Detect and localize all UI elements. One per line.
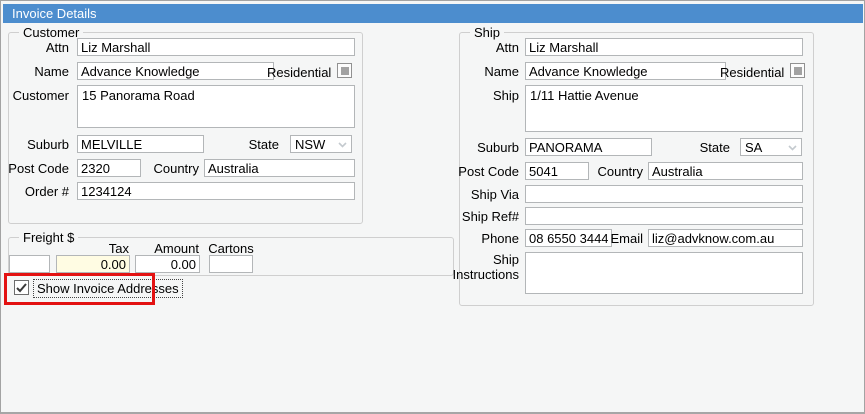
ship-via-label: Ship Via — [470, 187, 519, 202]
ship-postcode-input[interactable] — [525, 162, 589, 180]
customer-country-label: Country — [153, 161, 199, 176]
ship-phone-label: Phone — [481, 231, 519, 246]
freight-cartons-header: Cartons — [208, 241, 254, 256]
customer-attn-input[interactable] — [77, 38, 355, 56]
ship-group-label: Ship — [470, 25, 505, 40]
customer-order-input[interactable] — [77, 182, 355, 200]
ship-via-input[interactable] — [525, 185, 803, 203]
customer-residential-checkbox[interactable] — [337, 63, 352, 78]
ship-name-input[interactable] — [525, 62, 726, 80]
customer-address-textarea[interactable]: 15 Panorama Road — [77, 85, 355, 128]
window-title: Invoice Details — [12, 6, 97, 21]
customer-state-value: NSW — [295, 136, 326, 152]
freight-tax-input[interactable] — [56, 255, 130, 273]
customer-suburb-input[interactable] — [77, 135, 204, 153]
ship-attn-label: Attn — [495, 40, 519, 55]
indeterminate-mark-icon — [340, 66, 349, 75]
show-invoice-addresses-checkbox[interactable] — [14, 280, 29, 295]
window-titlebar: Invoice Details — [3, 4, 863, 23]
ship-address-label: Ship — [492, 88, 519, 103]
invoice-details-window: Invoice Details Customer Attn Name Resid… — [0, 0, 865, 414]
show-invoice-addresses-label[interactable]: Show Invoice Addresses — [33, 279, 183, 298]
customer-attn-label: Attn — [45, 40, 69, 55]
ship-ref-label: Ship Ref# — [461, 209, 519, 224]
freight-amount-total-input[interactable] — [135, 255, 200, 273]
freight-cartons-input[interactable] — [209, 255, 253, 273]
customer-group-label: Customer — [19, 25, 84, 40]
ship-address-textarea[interactable]: 1/11 Hattie Avenue — [525, 85, 803, 132]
ship-state-value: SA — [745, 139, 763, 155]
customer-name-label: Name — [34, 64, 69, 79]
chevron-down-icon — [785, 141, 799, 154]
ship-instructions-label: Ship Instructions — [452, 252, 519, 282]
ship-suburb-label: Suburb — [477, 140, 519, 155]
customer-address-label: Customer — [12, 88, 69, 103]
freight-amount-header: Amount — [154, 241, 199, 256]
customer-suburb-label: Suburb — [27, 137, 69, 152]
customer-postcode-input[interactable] — [77, 159, 141, 177]
chevron-down-icon — [335, 138, 349, 151]
indeterminate-mark-icon — [793, 66, 802, 75]
ship-attn-input[interactable] — [525, 38, 803, 56]
customer-name-input[interactable] — [77, 62, 274, 80]
customer-state-select[interactable]: NSW — [290, 135, 352, 153]
ship-state-label: State — [699, 140, 730, 155]
customer-state-label: State — [248, 137, 279, 152]
ship-email-label: Email — [610, 231, 643, 246]
ship-country-label: Country — [597, 164, 643, 179]
checkmark-icon — [16, 282, 27, 292]
freight-tax-header: Tax — [108, 241, 129, 256]
freight-amount-input[interactable] — [9, 255, 50, 273]
ship-ref-input[interactable] — [525, 207, 803, 225]
ship-name-label: Name — [484, 64, 519, 79]
customer-country-input[interactable] — [204, 159, 355, 177]
ship-instructions-textarea[interactable] — [525, 252, 803, 294]
ship-suburb-input[interactable] — [525, 138, 652, 156]
ship-country-input[interactable] — [648, 162, 803, 180]
ship-residential-checkbox[interactable] — [790, 63, 805, 78]
ship-postcode-label: Post Code — [458, 164, 519, 179]
ship-email-input[interactable] — [648, 229, 803, 247]
customer-order-label: Order # — [24, 184, 69, 199]
ship-residential-label: Residential — [720, 65, 785, 80]
ship-state-select[interactable]: SA — [740, 138, 802, 156]
customer-postcode-label: Post Code — [8, 161, 69, 176]
customer-residential-label: Residential — [267, 65, 332, 80]
